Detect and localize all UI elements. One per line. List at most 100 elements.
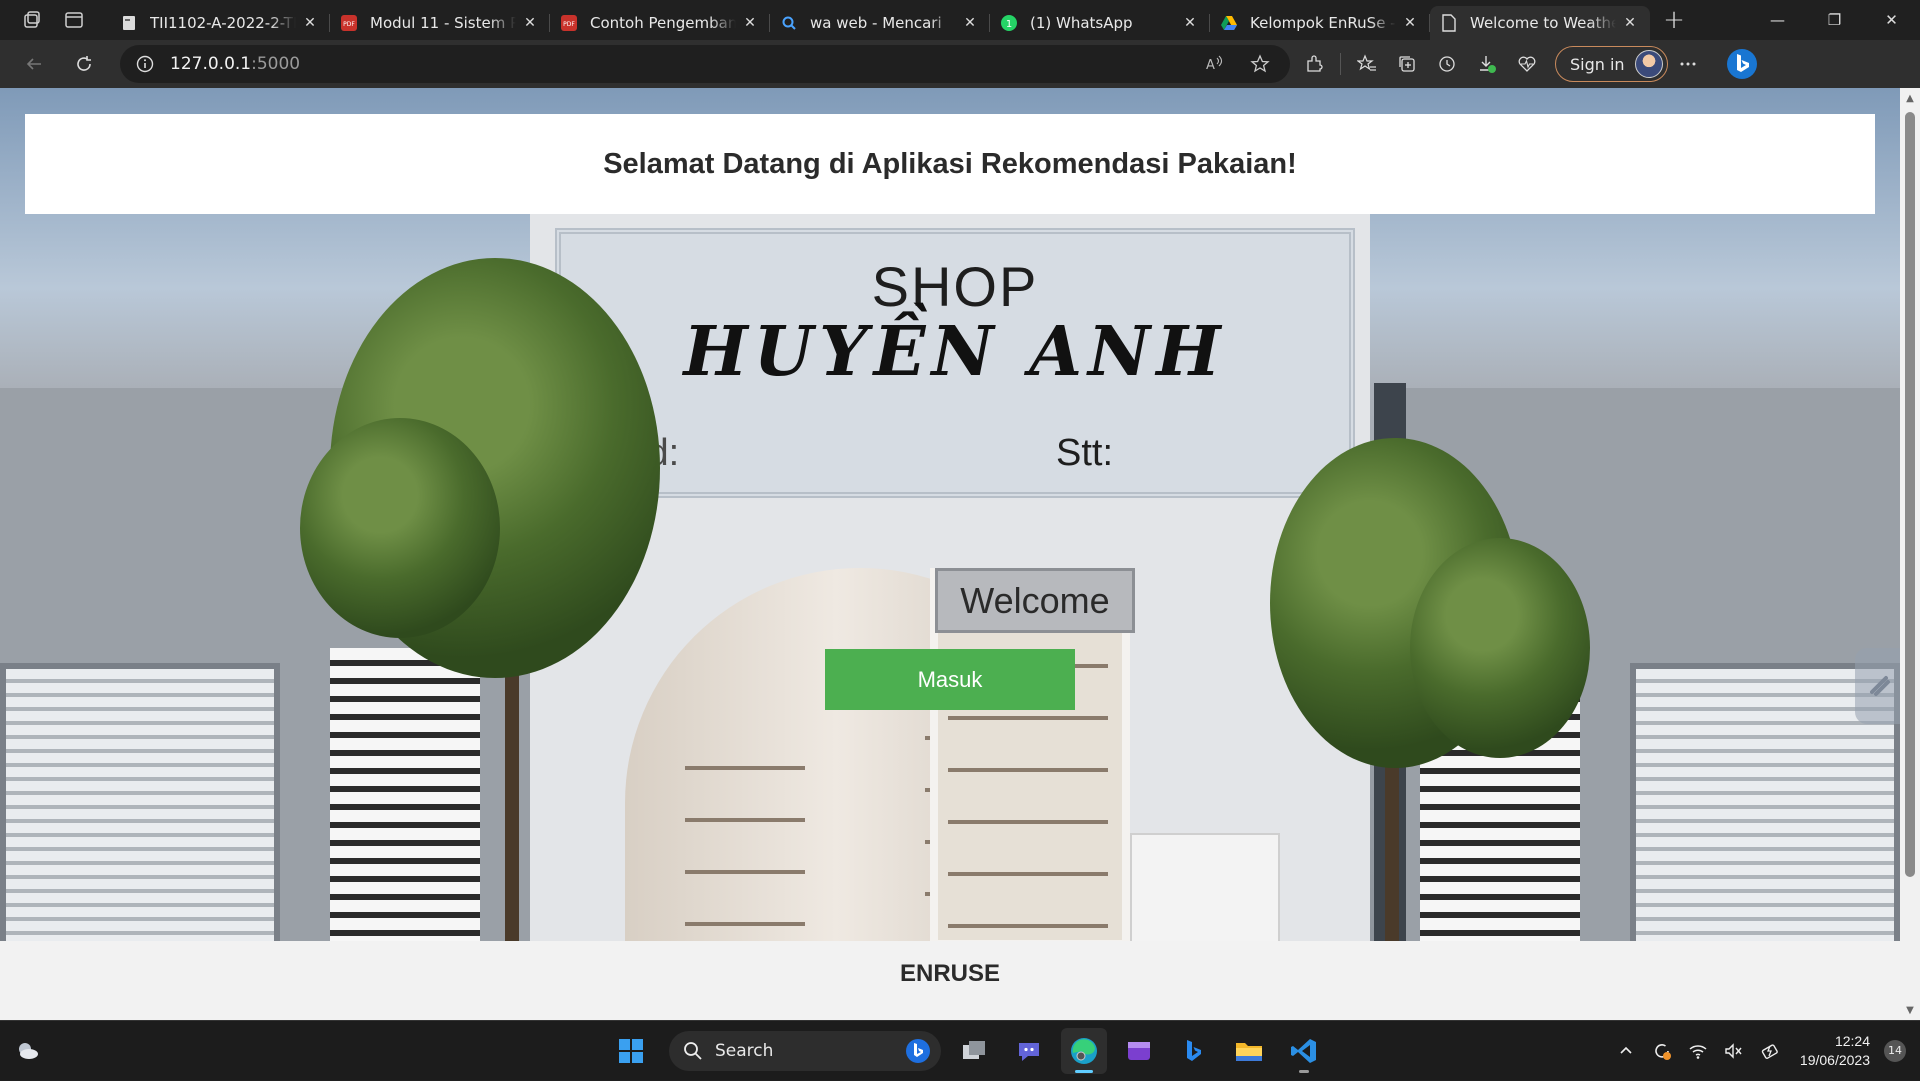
- search-label: Search: [715, 1041, 774, 1061]
- tab-tii1102[interactable]: TII1102-A-2022-2-TI ✕: [110, 6, 330, 40]
- extensions-icon[interactable]: [1294, 44, 1334, 84]
- pdf-icon: PDF: [560, 14, 578, 32]
- tab-title: Kelompok EnRuSe - Google Drive: [1250, 14, 1396, 32]
- footer-text: ENRUSE: [899, 959, 1001, 987]
- google-drive-icon: [1220, 14, 1238, 32]
- sign-in-button[interactable]: Sign in: [1555, 46, 1668, 82]
- tab-actions-button[interactable]: [54, 0, 94, 40]
- edge-taskbar-button[interactable]: [1061, 1028, 1107, 1074]
- minimize-button[interactable]: —: [1749, 0, 1806, 40]
- bing-icon: [906, 1039, 930, 1063]
- volume-muted-icon[interactable]: [1719, 1036, 1749, 1066]
- enter-button[interactable]: Masuk: [825, 649, 1075, 710]
- pdf-icon: PDF: [340, 14, 358, 32]
- svg-text:PDF: PDF: [343, 21, 355, 28]
- favorite-star-icon[interactable]: [1240, 44, 1280, 84]
- close-icon[interactable]: ✕: [1180, 13, 1200, 33]
- sign-shop-text: SHOP: [871, 255, 1039, 318]
- url-port: :5000: [251, 54, 301, 74]
- tab-whatsapp[interactable]: 1 (1) WhatsApp ✕: [990, 6, 1210, 40]
- bing-icon: [1187, 1040, 1201, 1061]
- back-button[interactable]: [14, 44, 54, 84]
- shop-sign: SHOP HUYỀN ANH Add: Stt:: [555, 228, 1355, 498]
- toolbar-actions: Sign in: [1294, 42, 1764, 86]
- folder-icon: [1236, 1043, 1262, 1061]
- address-bar[interactable]: 127.0.0.1 :5000 A: [120, 45, 1290, 83]
- search-icon: [684, 1042, 702, 1060]
- site-info-icon[interactable]: [134, 53, 156, 75]
- wifi-icon[interactable]: [1683, 1036, 1713, 1066]
- scroll-down-icon[interactable]: ▼: [1904, 1004, 1916, 1016]
- vscode-button[interactable]: [1281, 1028, 1327, 1074]
- tab-contoh-pengembangan[interactable]: PDF Contoh Pengembangan ✕: [550, 6, 770, 40]
- clipchamp-button[interactable]: [1116, 1028, 1162, 1074]
- tab-wa-web-search[interactable]: wa web - Mencari ✕: [770, 6, 990, 40]
- welcome-sign: Welcome: [935, 568, 1135, 633]
- clock[interactable]: 12:24 19/06/2023: [1800, 1032, 1870, 1070]
- close-icon[interactable]: ✕: [1620, 13, 1640, 33]
- window-controls: — ❐ ✕: [1749, 0, 1920, 40]
- toolbar-separator: [1340, 53, 1341, 75]
- favorites-icon[interactable]: [1347, 44, 1387, 84]
- tab-title: Contoh Pengembangan: [590, 14, 736, 32]
- more-menu-icon[interactable]: [1668, 44, 1708, 84]
- scrollbar-thumb[interactable]: [1905, 112, 1915, 877]
- reload-button[interactable]: [64, 44, 104, 84]
- tab-modul-11[interactable]: PDF Modul 11 - Sistem Pakar ✕: [330, 6, 550, 40]
- tab-title: TII1102-A-2022-2-TI: [150, 14, 296, 32]
- close-icon[interactable]: ✕: [1400, 13, 1420, 33]
- close-icon[interactable]: ✕: [520, 13, 540, 33]
- performance-heart-icon[interactable]: [1507, 44, 1547, 84]
- battery-charging-icon[interactable]: [1755, 1036, 1785, 1066]
- chevron-up-icon[interactable]: [1611, 1036, 1641, 1066]
- tab-google-drive[interactable]: Kelompok EnRuSe - Google Drive ✕: [1210, 6, 1430, 40]
- tab-title: (1) WhatsApp: [1030, 14, 1133, 32]
- vent-panel-left: [0, 663, 280, 941]
- new-tab-button[interactable]: +: [1654, 0, 1694, 40]
- sidebar-handle[interactable]: [1855, 648, 1905, 724]
- scroll-up-icon[interactable]: ▲: [1904, 92, 1916, 104]
- page-footer: ENRUSE: [0, 941, 1900, 1020]
- svg-text:1: 1: [1006, 19, 1012, 30]
- notification-badge[interactable]: 14: [1884, 1039, 1906, 1062]
- close-icon[interactable]: ✕: [960, 13, 980, 33]
- svg-text:PDF: PDF: [563, 21, 575, 28]
- task-view-button[interactable]: [951, 1028, 997, 1074]
- read-aloud-icon[interactable]: A: [1194, 44, 1234, 84]
- restore-button[interactable]: ❐: [1806, 0, 1863, 40]
- hero-background-image: SHOP HUYỀN ANH Add: Stt: Welcome: [0, 88, 1900, 941]
- start-button[interactable]: [608, 1028, 654, 1074]
- bing-taskbar-button[interactable]: [1171, 1028, 1217, 1074]
- workspaces-button[interactable]: [12, 0, 52, 40]
- tab-title: wa web - Mencari: [810, 14, 942, 32]
- file-explorer-button[interactable]: [1226, 1028, 1272, 1074]
- page-scrollbar[interactable]: ▲ ▼: [1900, 88, 1920, 1020]
- history-icon[interactable]: [1427, 44, 1467, 84]
- shop-counter: [1130, 833, 1280, 941]
- downloads-icon[interactable]: [1467, 44, 1507, 84]
- clipchamp-icon: [1128, 1042, 1150, 1060]
- page-viewport: SHOP HUYỀN ANH Add: Stt: Welcome Selamat…: [0, 88, 1920, 1020]
- teams-chat-button[interactable]: [1006, 1028, 1052, 1074]
- reload-icon: [77, 56, 91, 71]
- tab-welcome[interactable]: Welcome to Weather ✕: [1430, 6, 1650, 40]
- document-icon: [120, 14, 138, 32]
- collections-icon[interactable]: [1387, 44, 1427, 84]
- sign-in-label: Sign in: [1570, 54, 1625, 74]
- clock-time: 12:24: [1834, 1032, 1870, 1049]
- search-icon: [780, 14, 798, 32]
- svg-text:A: A: [1206, 58, 1215, 73]
- bing-copilot-icon[interactable]: [1720, 42, 1764, 86]
- taskbar-search[interactable]: Search: [669, 1031, 941, 1071]
- welcome-header: Selamat Datang di Aplikasi Rekomendasi P…: [25, 114, 1875, 214]
- close-icon[interactable]: ✕: [740, 13, 760, 33]
- windows-taskbar: Search 12:24 19/06/2023 14: [0, 1020, 1920, 1080]
- tab-strip: TII1102-A-2022-2-TI ✕ PDF Modul 11 - Sis…: [0, 0, 1920, 40]
- tab-actions-icon: [65, 12, 83, 28]
- sync-icon[interactable]: [1647, 1036, 1677, 1066]
- back-arrow-icon: [26, 58, 41, 70]
- clock-date: 19/06/2023: [1799, 1051, 1870, 1068]
- close-window-button[interactable]: ✕: [1863, 0, 1920, 40]
- close-icon[interactable]: ✕: [300, 13, 320, 33]
- weather-widget-icon[interactable]: [13, 1036, 43, 1066]
